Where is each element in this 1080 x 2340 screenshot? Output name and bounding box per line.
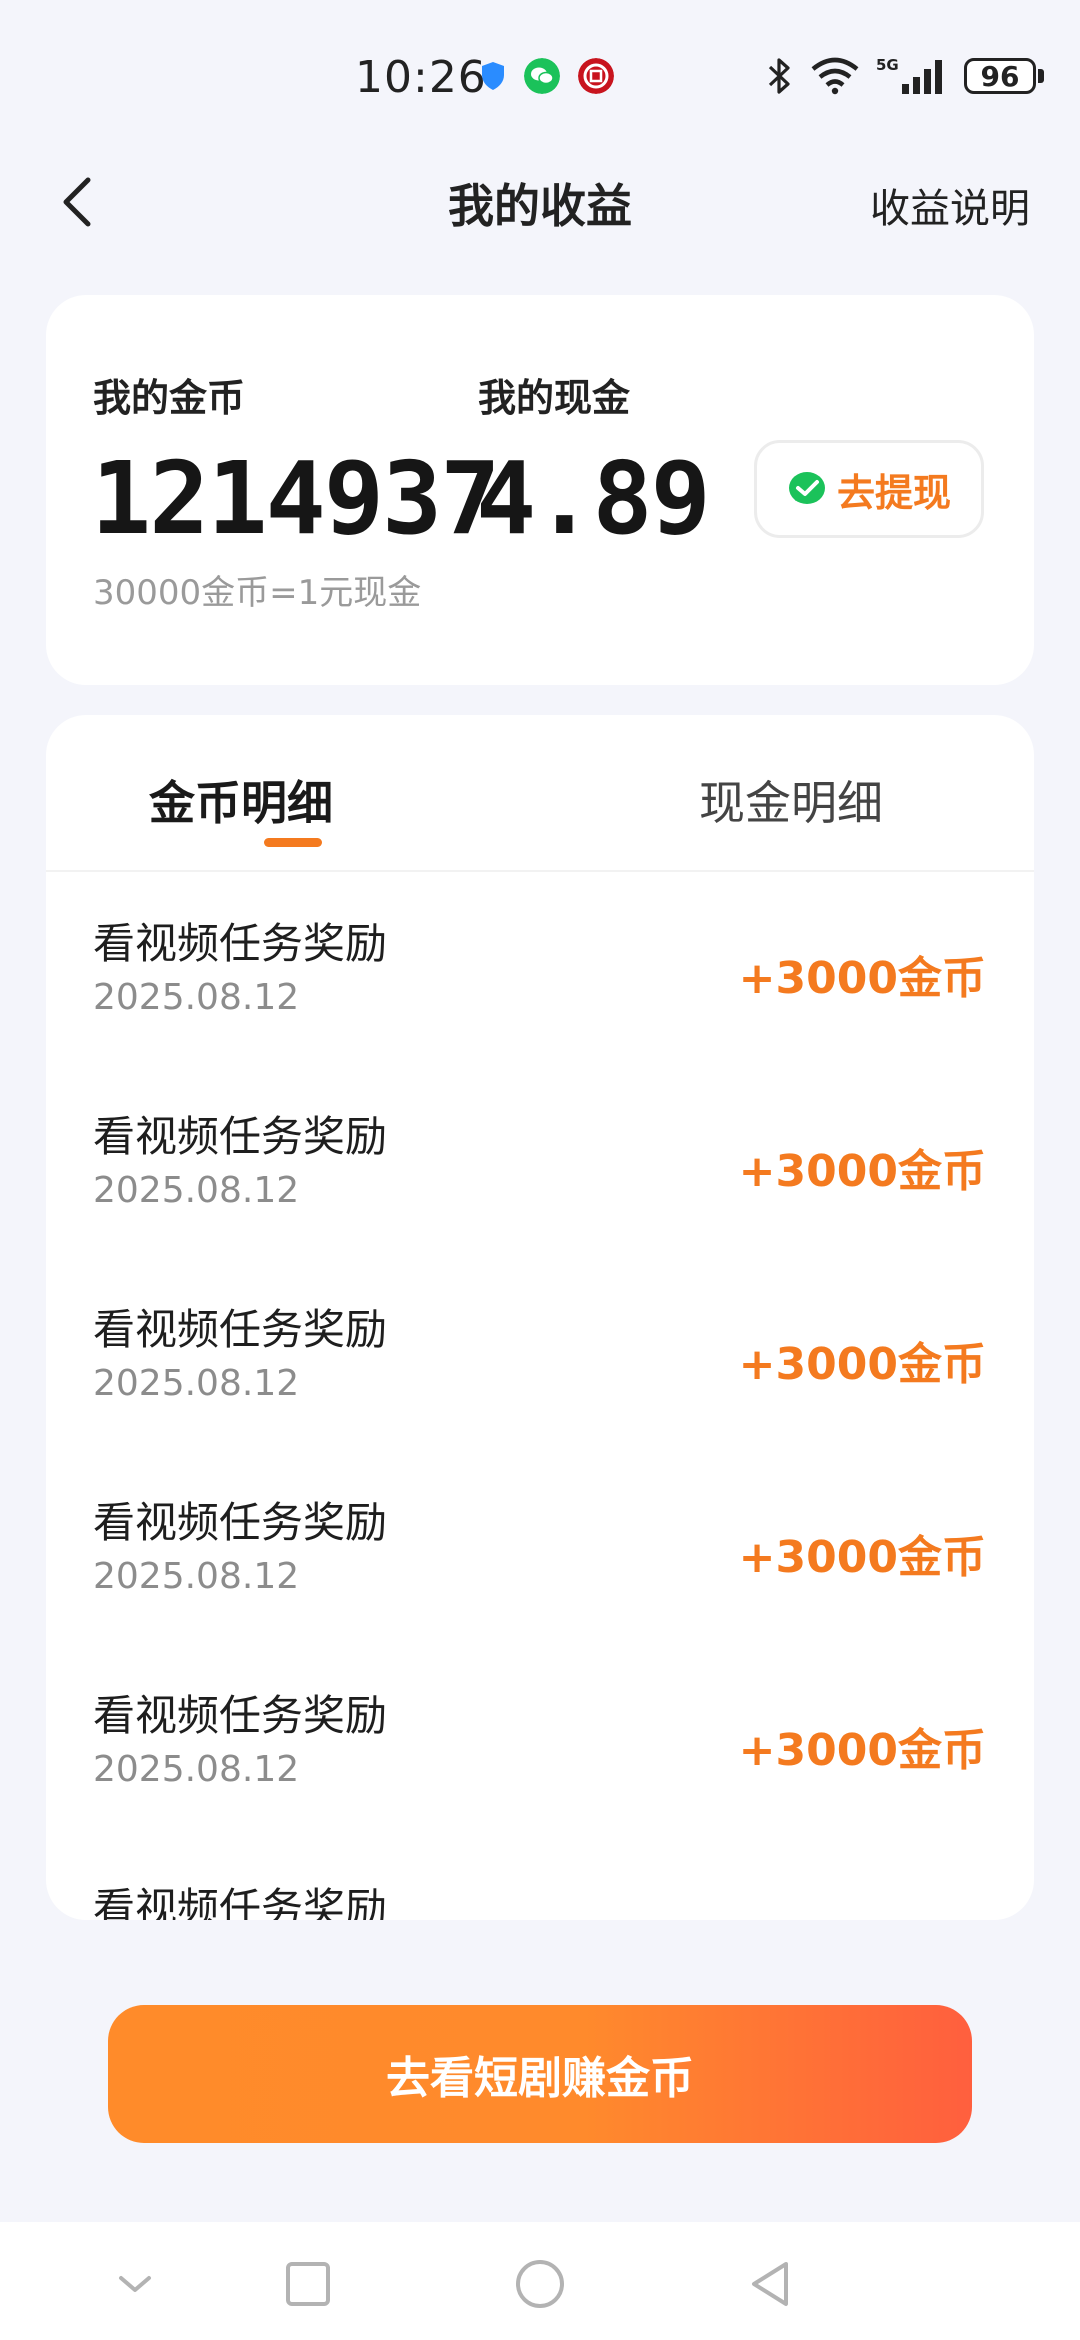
tab-cash-details[interactable]: 现金明细 xyxy=(686,767,896,833)
list-item: 看视频任务奖励 2025.08.12 +3000金币 xyxy=(46,1644,1034,1837)
withdraw-button[interactable]: 去提现 xyxy=(754,440,984,538)
record-title: 看视频任务奖励 xyxy=(93,1498,388,1547)
record-date: 2025.08.12 xyxy=(93,977,300,1018)
home-icon[interactable] xyxy=(510,2254,570,2314)
cash-label: 我的现金 xyxy=(478,376,631,420)
record-amount: +3000金币 xyxy=(738,953,986,1004)
record-title: 看视频任务奖励 xyxy=(93,1691,388,1740)
wechat-pay-icon xyxy=(788,472,825,504)
bank-icon xyxy=(578,58,614,94)
cta-label: 去看短剧赚金币 xyxy=(386,2053,694,2104)
coins-value: 1214937 xyxy=(91,440,500,557)
tab-coin-details[interactable]: 金币明细 xyxy=(136,767,346,833)
list-item: 看视频任务奖励 xyxy=(46,1837,1034,1920)
record-amount: +3000金币 xyxy=(738,1532,986,1583)
record-date: 2025.08.12 xyxy=(93,1363,300,1404)
back-triangle-icon[interactable] xyxy=(740,2254,800,2314)
wifi-icon xyxy=(811,57,859,95)
list-item: 看视频任务奖励 2025.08.12 +3000金币 xyxy=(46,1065,1034,1258)
cash-value: 4.89 xyxy=(476,440,711,557)
list-item: 看视频任务奖励 2025.08.12 +3000金币 xyxy=(46,872,1034,1065)
detail-tabs: 金币明细 现金明细 xyxy=(46,715,1034,872)
watch-drama-earn-coins-button[interactable]: 去看短剧赚金币 xyxy=(108,2005,972,2143)
earnings-explanation-link[interactable]: 收益说明 xyxy=(870,176,1030,234)
withdraw-label: 去提现 xyxy=(836,470,951,515)
record-date: 2025.08.12 xyxy=(93,1556,300,1597)
system-navigation-bar xyxy=(0,2222,1080,2340)
coins-label: 我的金币 xyxy=(93,376,246,420)
status-bar: 10:26 5G 96 xyxy=(0,0,1080,150)
earnings-summary-card: 我的金币 我的现金 1214937 4.89 30000金币=1元现金 去提现 xyxy=(46,295,1034,685)
signal-icon: 5G xyxy=(876,56,942,94)
status-time: 10:26 xyxy=(355,52,487,103)
battery-level: 96 xyxy=(964,58,1036,94)
chevron-down-icon[interactable] xyxy=(105,2254,165,2314)
app-header: 我的收益 收益说明 xyxy=(0,150,1080,260)
record-date: 2025.08.12 xyxy=(93,1170,300,1211)
exchange-rate: 30000金币=1元现金 xyxy=(93,573,422,613)
record-amount: +3000金币 xyxy=(738,1339,986,1390)
list-item: 看视频任务奖励 2025.08.12 +3000金币 xyxy=(46,1451,1034,1644)
record-amount: +3000金币 xyxy=(738,1725,986,1776)
record-title: 看视频任务奖励 xyxy=(93,1112,388,1161)
record-title: 看视频任务奖励 xyxy=(93,919,388,968)
wechat-icon xyxy=(524,58,560,94)
status-system-icons: 5G 96 xyxy=(766,56,1044,96)
record-date: 2025.08.12 xyxy=(93,1749,300,1790)
network-type-label: 5G xyxy=(876,56,899,74)
status-notification-icons xyxy=(480,58,614,94)
active-tab-indicator xyxy=(264,838,322,847)
bluetooth-icon xyxy=(768,58,790,94)
record-title: 看视频任务奖励 xyxy=(93,1884,388,1920)
coin-record-list[interactable]: 看视频任务奖励 2025.08.12 +3000金币 看视频任务奖励 2025.… xyxy=(46,872,1034,1920)
record-amount: +3000金币 xyxy=(738,1146,986,1197)
battery-icon: 96 xyxy=(964,58,1044,94)
recent-apps-icon[interactable] xyxy=(278,2254,338,2314)
shield-icon xyxy=(482,62,504,90)
list-item: 看视频任务奖励 2025.08.12 +3000金币 xyxy=(46,1258,1034,1451)
earnings-detail-card: 金币明细 现金明细 看视频任务奖励 2025.08.12 +3000金币 看视频… xyxy=(46,715,1034,1920)
record-title: 看视频任务奖励 xyxy=(93,1305,388,1354)
